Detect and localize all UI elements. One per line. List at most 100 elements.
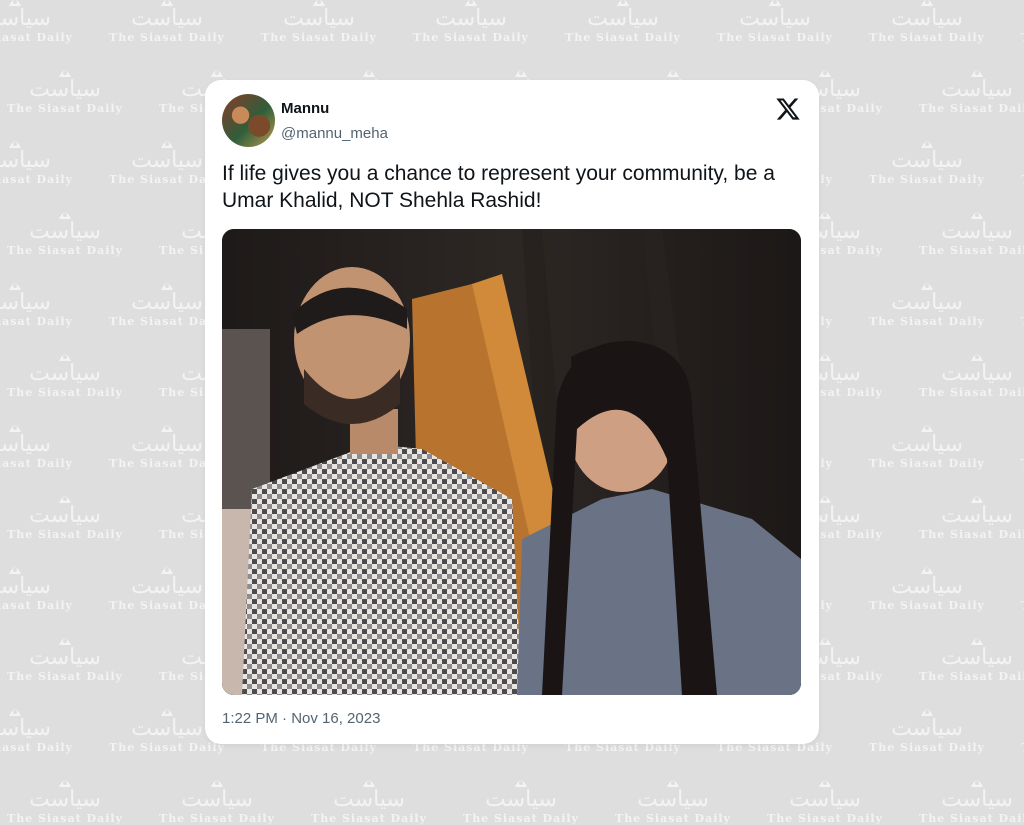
siasat-watermark: سیاستThe Siasat Daily (902, 776, 1024, 824)
author-avatar[interactable] (222, 94, 275, 147)
watermark-latin: The Siasat Daily (463, 812, 579, 825)
watermark-urdu: سیاست (891, 6, 963, 31)
watermark-latin: The Siasat Daily (919, 244, 1024, 257)
author-handle[interactable]: @mannu_meha (281, 125, 388, 142)
watermark-latin: The Siasat Daily (1004, 600, 1024, 611)
watermark-latin: The Siasat Daily (869, 173, 985, 186)
watermark-urdu: سیاست (941, 361, 1013, 386)
watermark-latin: The Siasat Daily (767, 812, 883, 825)
watermark-latin: The Siasat Daily (869, 315, 985, 328)
siasat-watermark: سیاستThe Siasat Daily (852, 0, 1002, 43)
watermark-urdu: سیاست (1004, 576, 1024, 598)
siasat-watermark: سیاستThe Siasat Daily (902, 66, 1024, 114)
watermark-urdu: سیاست (29, 787, 101, 812)
watermark-latin: The Siasat Daily (109, 31, 225, 44)
x-logo-icon[interactable] (775, 96, 801, 122)
watermark-urdu: سیاست (333, 787, 405, 812)
siasat-watermark: سیاستThe Siasat Daily (446, 776, 596, 824)
watermark-latin: The Siasat Daily (615, 812, 731, 825)
siasat-watermark: سیاستThe Siasat Daily (0, 279, 90, 327)
siasat-watermark: سیاستThe Siasat Daily (902, 208, 1024, 256)
watermark-latin: The Siasat Daily (1004, 458, 1024, 469)
siasat-watermark: سیاستThe Siasat Daily (700, 0, 850, 43)
siasat-watermark: سیاستThe Siasat Daily (0, 563, 90, 611)
watermark-urdu: سیاست (29, 77, 101, 102)
siasat-watermark: سیاستThe Siasat Daily (0, 705, 90, 753)
siasat-watermark: سیاستThe Siasat Daily (852, 705, 1002, 753)
siasat-watermark: سیاستThe Siasat Daily (0, 776, 140, 824)
siasat-watermark: سیاستThe Siasat Daily (1004, 137, 1024, 185)
tweet-timestamp[interactable]: 1:22 PM · Nov 16, 2023 (222, 710, 380, 727)
watermark-latin: The Siasat Daily (0, 315, 73, 328)
siasat-watermark: سیاستThe Siasat Daily (852, 563, 1002, 611)
siasat-watermark: سیاستThe Siasat Daily (852, 279, 1002, 327)
watermark-latin: The Siasat Daily (1004, 742, 1024, 753)
watermark-latin: The Siasat Daily (869, 31, 985, 44)
siasat-watermark: سیاستThe Siasat Daily (0, 137, 90, 185)
watermark-urdu: سیاست (29, 645, 101, 670)
siasat-watermark: سیاستThe Siasat Daily (548, 0, 698, 43)
watermark-urdu: سیاست (941, 219, 1013, 244)
watermark-urdu: سیاست (941, 77, 1013, 102)
siasat-watermark: سیاستThe Siasat Daily (0, 208, 140, 256)
watermark-urdu: سیاست (435, 6, 507, 31)
watermark-urdu: سیاست (29, 503, 101, 528)
watermark-latin: The Siasat Daily (0, 741, 73, 754)
watermark-urdu: سیاست (941, 503, 1013, 528)
watermark-urdu: سیاست (891, 574, 963, 599)
watermark-latin: The Siasat Daily (0, 31, 73, 44)
watermark-latin: The Siasat Daily (413, 31, 529, 44)
watermark-latin: The Siasat Daily (869, 741, 985, 754)
watermark-latin: The Siasat Daily (0, 599, 73, 612)
watermark-urdu: سیاست (891, 716, 963, 741)
watermark-latin: The Siasat Daily (7, 528, 123, 541)
siasat-watermark: سیاستThe Siasat Daily (1004, 705, 1024, 753)
siasat-watermark: سیاستThe Siasat Daily (142, 776, 292, 824)
watermark-urdu: سیاست (0, 432, 51, 457)
siasat-watermark: سیاستThe Siasat Daily (852, 421, 1002, 469)
watermark-urdu: سیاست (891, 148, 963, 173)
watermark-latin: The Siasat Daily (7, 102, 123, 115)
tweet-text: If life gives you a chance to represent … (222, 162, 775, 212)
siasat-watermark: سیاستThe Siasat Daily (0, 421, 90, 469)
siasat-watermark: سیاستThe Siasat Daily (0, 350, 140, 398)
watermark-urdu: سیاست (0, 148, 51, 173)
siasat-watermark: سیاست The Siasat Daily (1004, 563, 1024, 611)
siasat-watermark: سیاستThe Siasat Daily (244, 0, 394, 43)
watermark-latin: The Siasat Daily (919, 812, 1024, 825)
watermark-urdu: سیاست (1004, 434, 1024, 456)
siasat-watermark: سیاستThe Siasat Daily (0, 66, 140, 114)
watermark-urdu: سیاست (891, 432, 963, 457)
watermark-urdu: سیاست (131, 6, 203, 31)
siasat-watermark: سیاستThe Siasat Daily (750, 776, 900, 824)
watermark-latin: The Siasat Daily (1004, 32, 1024, 43)
author-name[interactable]: Mannu (281, 100, 329, 117)
watermark-urdu: سیاست (789, 787, 861, 812)
siasat-watermark: سیاستThe Siasat Daily (0, 492, 140, 540)
watermark-latin: The Siasat Daily (565, 31, 681, 44)
watermark-latin: The Siasat Daily (919, 102, 1024, 115)
siasat-watermark: سیاستThe Siasat Daily (0, 634, 140, 682)
watermark-urdu: سیاست (0, 6, 51, 31)
watermark-latin: The Siasat Daily (869, 599, 985, 612)
watermark-latin: The Siasat Daily (7, 670, 123, 683)
siasat-watermark: سیاستThe Siasat Daily (1004, 0, 1024, 43)
siasat-watermark: سیاستThe Siasat Daily (1004, 279, 1024, 327)
watermark-urdu: سیاست (1004, 150, 1024, 172)
photo-content (222, 229, 801, 695)
siasat-watermark: سیاستThe Siasat Daily (396, 0, 546, 43)
watermark-latin: The Siasat Daily (717, 31, 833, 44)
watermark-urdu: سیاست (941, 645, 1013, 670)
watermark-latin: The Siasat Daily (0, 457, 73, 470)
tweet-card[interactable]: Mannu @mannu_meha If life gives you a ch… (205, 80, 819, 744)
watermark-latin: The Siasat Daily (7, 812, 123, 825)
watermark-urdu: سیاست (181, 787, 253, 812)
tweet-photo[interactable] (222, 229, 801, 695)
watermark-urdu: سیاست (0, 574, 51, 599)
watermark-urdu: سیاست (283, 6, 355, 31)
watermark-latin: The Siasat Daily (311, 812, 427, 825)
watermark-latin: The Siasat Daily (159, 812, 275, 825)
watermark-latin: The Siasat Daily (919, 386, 1024, 399)
siasat-watermark: سیاستThe Siasat Daily (294, 776, 444, 824)
siasat-watermark: سیاستThe Siasat Daily (92, 0, 242, 43)
